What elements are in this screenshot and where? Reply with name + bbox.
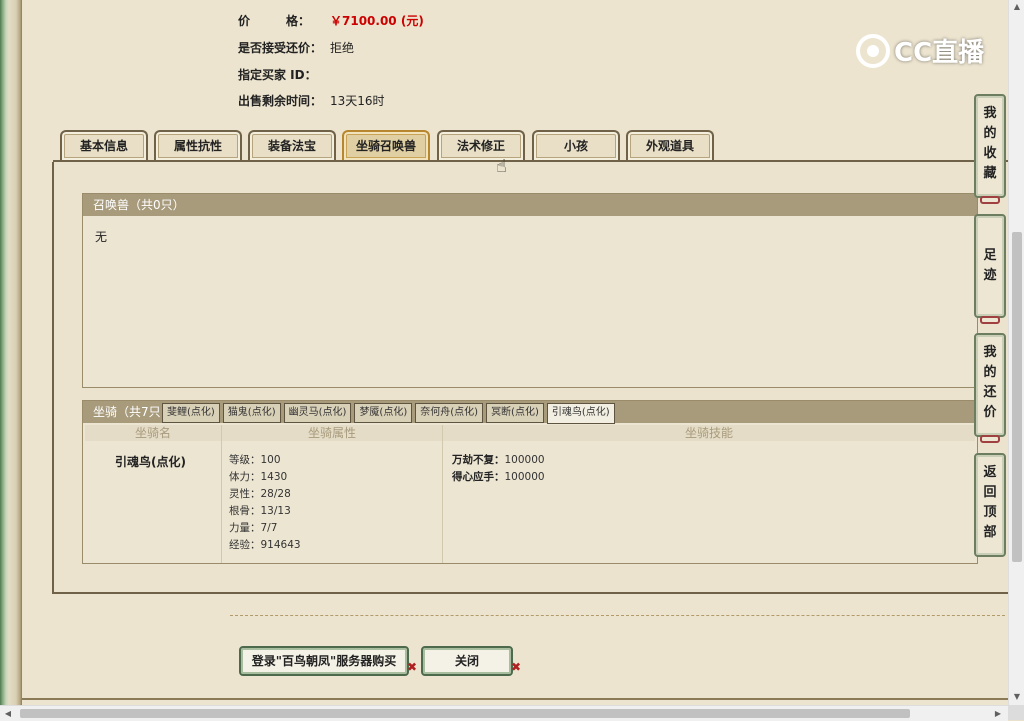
counter-offer-label: 是否接受还价： (238, 41, 323, 55)
column-mount-attrs: 坐骑属性 (222, 425, 442, 441)
scroll-down-icon[interactable]: ▼ (1009, 690, 1024, 704)
buyer-id-label: 指定买家 ID： (238, 68, 317, 82)
mount-skill-name: 万劫不复： (452, 454, 505, 466)
mount-attr-hp: 体力：1430 (229, 471, 288, 483)
remaining-time-label: 出售剩余时间： (238, 94, 323, 108)
scroll-left-icon[interactable]: ◀ (0, 706, 16, 721)
login-buy-label: 登录"百鸟朝凤"服务器购买 (251, 654, 397, 668)
mount-tab[interactable]: 幽灵马(点化) (283, 403, 352, 423)
side-counter-offers-label: 我的还价 (983, 345, 997, 420)
knot-icon: ✖ (406, 660, 417, 674)
side-back-to-top-label: 返回顶部 (983, 465, 997, 540)
mouse-cursor-icon: ☝ (496, 156, 507, 177)
side-knot (980, 435, 1000, 443)
mount-attr-spirit: 灵性：28/28 (229, 488, 291, 500)
counter-offer-value: 拒绝 (330, 41, 355, 55)
bottom-border (22, 698, 1008, 700)
summon-header: 召唤兽（共0只） (83, 194, 977, 216)
mount-attr-bone: 根骨：13/13 (229, 505, 291, 517)
column-mount-name: 坐骑名 (85, 425, 221, 441)
column-divider (442, 425, 443, 563)
mount-skill: 得心应手：100000 (452, 469, 545, 486)
dashed-divider (230, 615, 1005, 616)
price-value: ￥7100.00 (元) (330, 14, 424, 28)
mount-tab-active[interactable]: 引魂鸟(点化) (546, 403, 615, 424)
scroll-right-icon[interactable]: ▶ (990, 706, 1006, 721)
remaining-time-row: 出售剩余时间： 13天16时 (238, 92, 385, 109)
summon-box: 召唤兽（共0只） 无 (82, 193, 978, 388)
side-history-button[interactable]: 足迹 (974, 214, 1006, 318)
mount-tab[interactable]: 梦魇(点化) (354, 403, 413, 423)
side-favorites-button[interactable]: 我的收藏 (974, 94, 1006, 198)
counter-offer-row: 是否接受还价： 拒绝 (238, 39, 354, 56)
mount-attribute-list: 等级：100 体力：1430 灵性：28/28 根骨：13/13 力量：7/7 … (229, 452, 301, 554)
column-divider (221, 425, 222, 563)
mount-tab[interactable]: 奈何舟(点化) (415, 403, 484, 423)
close-button[interactable]: 关闭 ✖ (421, 646, 521, 676)
scrollbar-corner (1008, 705, 1024, 720)
mount-skill-value: 100000 (504, 471, 545, 483)
horizontal-scroll-thumb[interactable] (20, 709, 910, 718)
cc-live-logo: CC直播 (856, 32, 984, 69)
mount-skill-list: 万劫不复：100000 得心应手：100000 (452, 452, 545, 486)
vertical-scrollbar[interactable]: ▲ ▼ (1008, 0, 1024, 705)
mount-tab[interactable]: 冥断(点化) (486, 403, 544, 423)
tab-attributes[interactable]: 属性抗性 (154, 130, 242, 160)
side-knot (980, 196, 1000, 204)
remaining-time-value: 13天16时 (330, 94, 385, 108)
login-buy-button[interactable]: 登录"百鸟朝凤"服务器购买 ✖ (239, 646, 417, 676)
side-back-to-top-button[interactable]: 返回顶部 (974, 453, 1006, 557)
tab-appearance[interactable]: 外观道具 (626, 130, 714, 160)
column-mount-skills: 坐骑技能 (443, 425, 975, 441)
mount-skill-name: 得心应手： (452, 471, 505, 483)
vertical-scroll-thumb[interactable] (1012, 232, 1022, 562)
mount-attr-strength: 力量：7/7 (229, 522, 278, 534)
side-knot (980, 316, 1000, 324)
mount-tab[interactable]: 斐鲤(点化) (162, 403, 220, 423)
tab-mounts-summons[interactable]: 坐骑召唤兽 (342, 130, 430, 160)
buyer-id-row: 指定买家 ID： (238, 66, 330, 83)
tab-basic-info[interactable]: 基本信息 (60, 130, 148, 160)
mount-skill-value: 100000 (504, 454, 545, 466)
close-label: 关闭 (454, 654, 479, 668)
mount-tab[interactable]: 猫鬼(点化) (222, 403, 281, 423)
left-frame-border (0, 0, 22, 705)
summon-empty-text: 无 (95, 230, 108, 244)
price-row: 价 格： ￥7100.00 (元) (238, 12, 424, 29)
tab-spell-correction[interactable]: 法术修正 (437, 130, 525, 160)
mount-attr-exp: 经验：914643 (229, 539, 301, 551)
cc-logo-icon (856, 33, 890, 68)
price-label: 价 格： (238, 14, 311, 28)
mount-tab-bar: 斐鲤(点化) 猫鬼(点化) 幽灵马(点化) 梦魇(点化) 奈何舟(点化) 冥断(… (162, 403, 618, 424)
side-counter-offers-button[interactable]: 我的还价 (974, 333, 1006, 437)
side-favorites-label: 我的收藏 (983, 106, 997, 181)
horizontal-scrollbar[interactable]: ◀ ▶ (0, 705, 1008, 721)
scroll-up-icon[interactable]: ▲ (1009, 0, 1024, 14)
side-history-label: 足迹 (983, 248, 997, 283)
selected-mount-name: 引魂鸟(点化) (115, 455, 186, 469)
knot-icon: ✖ (510, 660, 521, 674)
mount-skill: 万劫不复：100000 (452, 452, 545, 469)
tab-equipment[interactable]: 装备法宝 (248, 130, 336, 160)
mount-attr-level: 等级：100 (229, 454, 281, 466)
cc-logo-text: CC直播 (894, 38, 985, 68)
tab-child[interactable]: 小孩 (532, 130, 620, 160)
